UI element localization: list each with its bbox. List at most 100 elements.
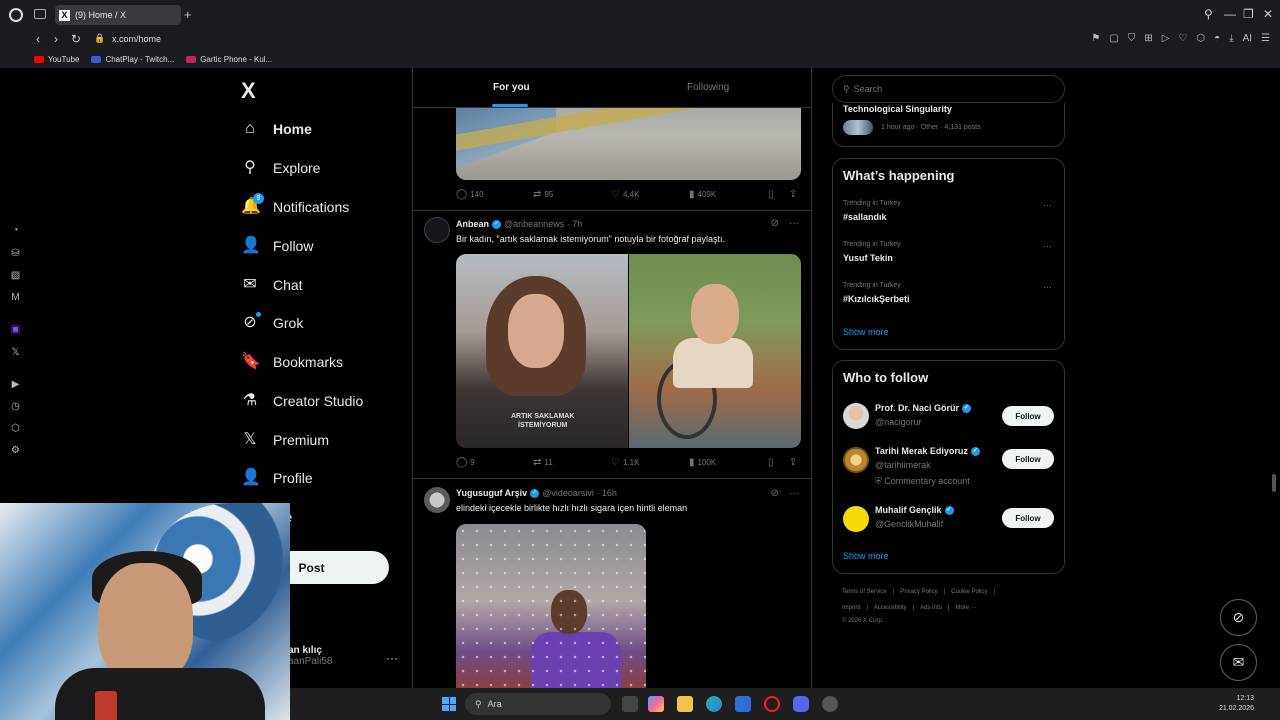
reply-button[interactable]: ◯ 9 <box>456 457 475 468</box>
profile-icon[interactable]: ◓ <box>1214 33 1220 44</box>
tweet-photo[interactable]: ARTIK SAKLAMAK İSTEMİYORUM <box>456 254 628 448</box>
footer-link[interactable]: More ··· <box>955 605 976 611</box>
x-logo[interactable]: X <box>241 78 256 104</box>
edge-icon[interactable] <box>706 696 722 712</box>
nav-explore[interactable]: ⚲ Explore <box>241 156 320 180</box>
repost-button[interactable]: ⇄ 11 <box>533 457 553 468</box>
reply-button[interactable]: ◯ 140 <box>456 189 484 200</box>
nav-bookmarks[interactable]: 🔖 Bookmarks <box>241 350 343 374</box>
steam-icon[interactable] <box>822 696 838 712</box>
tab-following[interactable]: Following <box>687 82 729 93</box>
tweet-media[interactable] <box>456 108 801 180</box>
more-dots-icon[interactable]: ··· <box>1043 282 1052 292</box>
show-more-link[interactable]: Show more <box>843 327 889 337</box>
aria-icon[interactable]: ◔ <box>10 225 21 236</box>
avatar[interactable] <box>843 447 869 473</box>
avatar[interactable] <box>843 506 869 532</box>
trend-name[interactable]: #KızılcıkŞerbeti <box>843 294 910 304</box>
forward-icon[interactable]: › <box>54 32 58 46</box>
footer-link[interactable]: Imprint <box>842 605 860 611</box>
restore-icon[interactable]: ❐ <box>1243 7 1254 21</box>
tweet-author-name[interactable]: Yugusuguf Arşiv <box>456 488 527 498</box>
follow-suggestion-name[interactable]: Muhalif Gençlik ✓ <box>875 505 954 515</box>
crypto-wallet-icon[interactable]: ⛁ <box>10 248 21 259</box>
show-more-link[interactable]: Show more <box>843 551 889 561</box>
new-tab-icon[interactable]: + <box>184 7 192 22</box>
file-explorer-icon[interactable] <box>677 696 693 712</box>
settings-icon[interactable]: ⚙ <box>10 445 21 456</box>
player-icon[interactable]: ▶ <box>10 379 21 390</box>
follow-button[interactable]: Follow <box>1002 508 1054 528</box>
minimize-icon[interactable]: — <box>1224 7 1236 21</box>
taskbar-search[interactable]: ⚲ Ara <box>465 693 611 715</box>
share-button[interactable]: ⇪ <box>789 189 797 200</box>
opera-logo-icon[interactable] <box>9 8 23 22</box>
tweet-author-handle[interactable]: @videoarsivi · 16h <box>542 488 617 498</box>
like-button[interactable]: ♡ 1.1K <box>611 457 639 468</box>
reload-icon[interactable]: ↻ <box>71 32 81 46</box>
tab-switcher-icon[interactable] <box>34 9 46 19</box>
nav-creator-studio[interactable]: ⚗ Creator Studio <box>241 389 363 413</box>
messenger-icon[interactable]: M <box>10 292 21 303</box>
more-dots-icon[interactable]: ··· <box>789 218 799 229</box>
follow-suggestion-name[interactable]: Tarihi Merak Ediyoruz ✓ <box>875 446 980 456</box>
more-dots-icon[interactable]: ··· <box>1043 200 1052 210</box>
back-icon[interactable]: ‹ <box>36 32 40 46</box>
tweet-author-handle[interactable]: @anbeannews · 7h <box>504 219 582 229</box>
play-icon[interactable]: ▷ <box>1162 33 1170 44</box>
bookmark-button[interactable]: ▯ <box>768 189 774 200</box>
snapshot-icon[interactable]: ▢ <box>1109 33 1118 44</box>
search-tabs-icon[interactable]: ⚲ <box>1204 7 1213 21</box>
grok-explain-icon[interactable]: ⊘ <box>771 218 779 229</box>
trend-name[interactable]: Technological Singularity <box>843 104 952 114</box>
aria-ai-icon[interactable]: AI <box>1243 33 1252 44</box>
more-dots-icon[interactable]: ··· <box>386 651 398 665</box>
more-dots-icon[interactable]: ··· <box>789 488 799 499</box>
extensions-rail-icon[interactable]: ⬡ <box>10 423 21 434</box>
taskbar-clock[interactable]: 12:13 21.02.2026 <box>1219 694 1254 714</box>
footer-link[interactable]: Terms of Service <box>842 589 887 595</box>
store-icon[interactable] <box>735 696 751 712</box>
url-field[interactable]: x.com/home <box>112 34 161 44</box>
trend-name[interactable]: #sallandık <box>843 212 887 222</box>
grok-fab-button[interactable]: ⊘ <box>1220 599 1257 636</box>
bookmark-page-icon[interactable]: ⚑ <box>1091 33 1100 44</box>
lock-icon[interactable]: 🔒 <box>94 33 105 44</box>
footer-link[interactable]: Accessibility <box>874 605 907 611</box>
translate-icon[interactable]: ⊞ <box>1144 33 1152 44</box>
footer-link[interactable]: Ads info <box>920 605 942 611</box>
like-button[interactable]: ♡ 4.4K <box>611 189 639 200</box>
shield-icon[interactable]: ⛉ <box>1128 33 1136 44</box>
scrollbar[interactable] <box>1272 474 1276 492</box>
trend-name[interactable]: Yusuf Tekin <box>843 253 893 263</box>
bookmark-chatplay[interactable]: ChatPlay - Twitch... <box>91 55 174 64</box>
footer-link[interactable]: Cookie Policy <box>951 589 987 595</box>
grok-explain-icon[interactable]: ⊘ <box>771 488 779 499</box>
tweet-photo[interactable] <box>629 254 801 448</box>
views-button[interactable]: ▮ 100K <box>689 457 716 468</box>
avatar[interactable] <box>424 487 450 513</box>
repost-button[interactable]: ⇄ 95 <box>533 189 553 200</box>
messages-fab-button[interactable]: ✉ <box>1220 644 1257 681</box>
nav-grok[interactable]: ⊘ Grok <box>241 311 303 335</box>
views-button[interactable]: ▮ 409K <box>689 189 716 200</box>
history-icon[interactable]: ◷ <box>10 401 21 412</box>
nav-premium[interactable]: 𝕏 Premium <box>241 428 329 452</box>
tab-for-you[interactable]: For you <box>493 82 530 93</box>
menu-icon[interactable]: ☰ <box>1261 33 1270 44</box>
follow-button[interactable]: Follow <box>1002 449 1054 469</box>
footer-link[interactable]: Privacy Policy <box>900 589 937 595</box>
avatar[interactable] <box>424 217 450 243</box>
close-icon[interactable]: ✕ <box>1263 7 1273 21</box>
follow-button[interactable]: Follow <box>1002 406 1054 426</box>
bookmark-gartic[interactable]: Gartic Phone - Kul... <box>186 55 272 64</box>
copilot-icon[interactable] <box>648 696 664 712</box>
cards-icon[interactable]: ▧ <box>10 270 21 281</box>
x-sidebar-icon[interactable]: 𝕏 <box>10 347 21 358</box>
task-view-icon[interactable] <box>622 696 638 712</box>
windows-start-icon[interactable] <box>442 697 456 711</box>
heart-icon[interactable]: ♡ <box>1178 33 1187 44</box>
browser-tab[interactable]: X (9) Home / X <box>55 5 181 25</box>
more-dots-icon[interactable]: ··· <box>1043 241 1052 251</box>
search-input[interactable]: ⚲ Search <box>832 75 1065 103</box>
